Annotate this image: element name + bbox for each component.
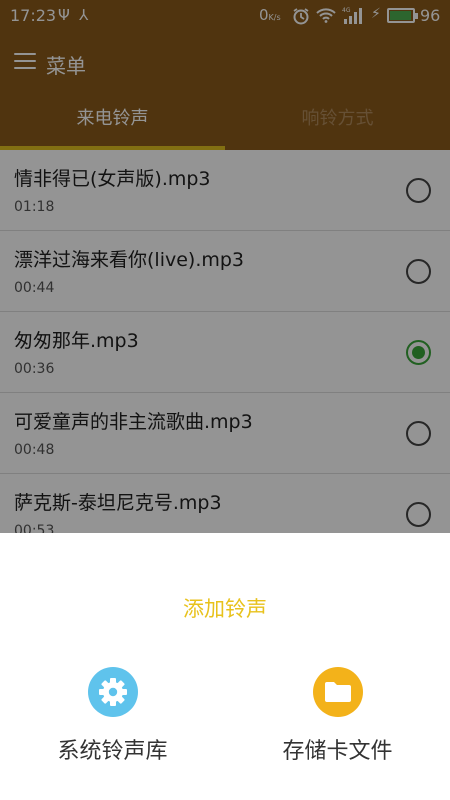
storage-card-files-label: 存储卡文件 — [282, 739, 393, 764]
sheet-title: 添加铃声 — [183, 597, 267, 621]
modal-scrim[interactable] — [0, 0, 450, 533]
system-ringtone-library-label: 系统铃声库 — [57, 739, 168, 764]
storage-card-files-button[interactable]: 存储卡文件 — [225, 667, 450, 765]
folder-icon — [312, 667, 363, 717]
add-ringtone-sheet: 添加铃声 系统铃声库 存储卡文件 — [0, 533, 450, 800]
system-ringtone-library-button[interactable]: 系统铃声库 — [0, 667, 225, 765]
gear-icon — [87, 667, 138, 717]
